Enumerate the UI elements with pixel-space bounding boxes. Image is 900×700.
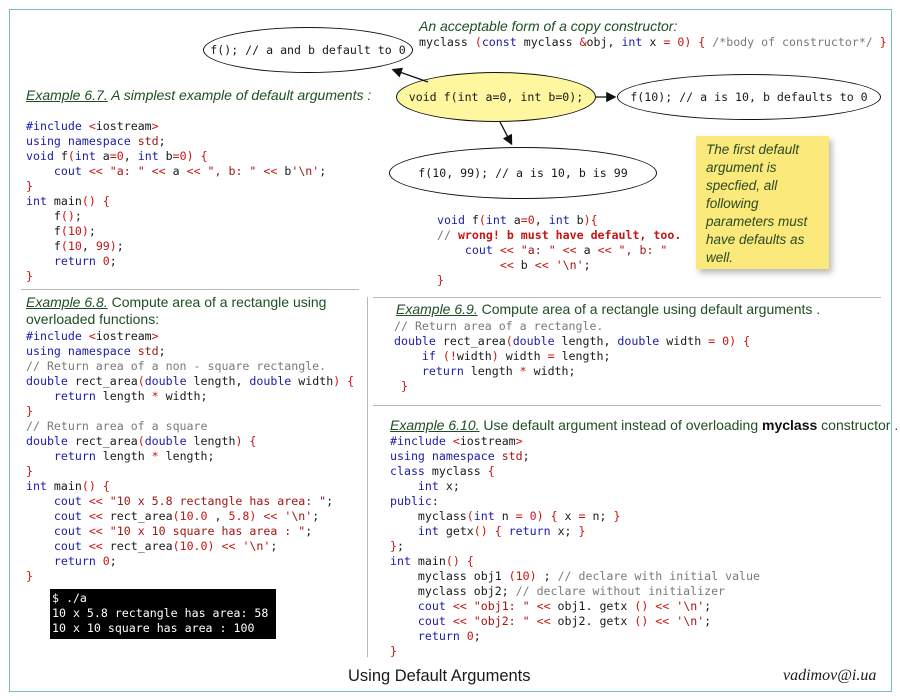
example-6-8-desc-1: Compute area of a rectangle using (107, 294, 327, 310)
example-6-10-label: Example 6.10. (390, 417, 480, 433)
example-6-9-label: Example 6.9. (396, 301, 478, 317)
ellipse-function-declaration: void f(int a=0, int b=0); (396, 72, 596, 122)
example-6-7-title: Example 6.7. A simplest example of defau… (26, 87, 371, 103)
sticky-note: The first default argument is specfied, … (696, 136, 829, 269)
example-6-8-title: Example 6.8. Compute area of a rectangle… (26, 294, 326, 310)
terminal-line: 10 x 10 square has area : 100 (52, 621, 255, 635)
separator-left (21, 289, 359, 290)
ellipse-no-args-call: f(); // a and b default to 0 (203, 27, 413, 73)
ellipse-two-args-call: f(10, 99); // a is 10, b is 99 (389, 147, 657, 199)
separator-right-top (373, 297, 881, 298)
example-6-7-label: Example 6.7. (26, 87, 108, 103)
example-6-10-title: Example 6.10. Use default argument inste… (390, 417, 898, 433)
example-6-9-title: Example 6.9. Compute area of a rectangle… (396, 301, 820, 317)
example-6-8-desc-2: overloaded functions: (26, 311, 160, 327)
separator-vertical (367, 297, 368, 657)
example-6-8-label: Example 6.8. (26, 294, 108, 310)
example-6-10-desc-post: constructor . (817, 417, 899, 433)
example-6-7-code: #include <iostream> using namespace std; v… (26, 119, 327, 283)
example-6-10-desc-bold: myclass (762, 417, 818, 433)
example-6-9-code: // Return area of a rectangle. double rec… (394, 319, 751, 393)
example-6-10-code: #include <iostream> using namespace std; c… (390, 434, 760, 658)
copy-constructor-code: myclass (const myclass &obj, int x = 0) … (419, 35, 887, 49)
copy-constructor-heading: An acceptable form of a copy constructor… (419, 18, 678, 34)
separator-right-mid (373, 405, 881, 406)
footer-title: Using Default Arguments (348, 667, 531, 685)
example-6-7-desc: A simplest example of default arguments … (107, 87, 372, 103)
terminal-output: $ ./a 10 x 5.8 rectangle has area: 58 10 x… (50, 589, 276, 639)
ellipse-one-arg-call: f(10); // a is 10, b defaults to 0 (617, 74, 881, 120)
example-6-9-desc: Compute area of a rectangle using defaul… (477, 301, 821, 317)
example-6-10-desc-pre: Use default argument instead of overload… (479, 417, 763, 433)
wrong-default-code: void f(int a=0, int b){// wrong! b must … (437, 213, 682, 287)
terminal-line: 10 x 5.8 rectangle has area: 58 (52, 606, 269, 620)
footer-email: vadimov@i.ua (783, 667, 877, 684)
example-6-8-code: #include <iostream> using namespace std; /… (26, 329, 355, 583)
terminal-line: $ ./a (52, 591, 87, 605)
